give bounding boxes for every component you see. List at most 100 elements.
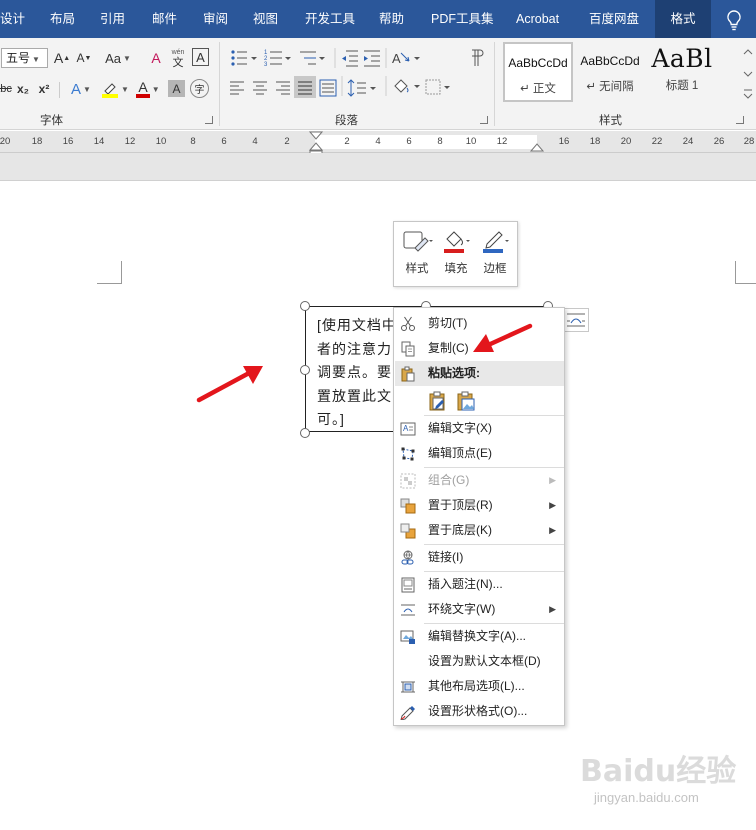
ruler-tick-label: 16 <box>62 136 74 147</box>
right-indent-marker-icon[interactable] <box>530 142 544 152</box>
ruler-tick-label: 2 <box>284 136 290 147</box>
shape-border-label: 边框 <box>483 263 507 275</box>
font-dialog-launcher[interactable] <box>205 116 213 124</box>
tab-acrobat[interactable]: Acrobat <box>508 0 567 38</box>
format-shape-icon <box>400 706 415 720</box>
shrink-font-button[interactable]: A ▼ <box>75 47 93 69</box>
subscript-button[interactable]: x₂ <box>14 78 32 100</box>
shape-fill-button[interactable]: 填充 <box>437 228 475 284</box>
menu-item-group[interactable]: 组合(G) ▶ <box>395 468 564 493</box>
align-left-icon <box>230 81 244 95</box>
styles-gallery-scroll[interactable] <box>740 42 756 104</box>
style-heading-1[interactable]: AaBl 标题 1 <box>648 42 716 102</box>
submenu-arrow-icon: ▶ <box>549 525 556 535</box>
menu-item-format-shape[interactable]: 设置形状格式(O)... <box>395 699 564 724</box>
superscript-button[interactable]: x² <box>35 78 53 100</box>
strikethrough-icon: abc <box>0 83 12 95</box>
ruler-tick-label: 6 <box>221 136 227 147</box>
grow-font-icon: A <box>53 50 64 66</box>
shape-border-button[interactable]: 边框 <box>476 228 514 284</box>
text-effects-button[interactable]: A ▼ <box>66 78 96 100</box>
menu-item-bring-to-front[interactable]: 置于顶层(R) ▶ <box>395 493 564 518</box>
paste-icon <box>401 366 415 382</box>
change-case-icon: Aa <box>105 50 121 66</box>
paragraph-group-label: 段落 <box>335 115 358 127</box>
lightbulb-icon[interactable] <box>724 9 744 31</box>
strikethrough-button[interactable]: abc <box>0 78 12 100</box>
resize-handle-middle-left[interactable] <box>300 365 310 375</box>
style-no-spacing[interactable]: AaBbCcDd ↵ 无间隔 <box>575 42 645 102</box>
decrease-indent-icon <box>342 50 358 67</box>
paragraph-controls[interactable]: 123 A <box>228 48 488 100</box>
phonetic-guide-button[interactable]: wén 文 <box>168 45 188 71</box>
text-box-line: 者的注意力 <box>317 340 392 357</box>
tab-help[interactable]: 帮助 <box>371 0 412 38</box>
ruler-tick-label: 14 <box>93 136 105 147</box>
menu-item-insert-caption[interactable]: 插入题注(N)... <box>395 572 564 597</box>
resize-handle-bottom-left[interactable] <box>300 428 310 438</box>
bullets-icon <box>231 50 257 66</box>
align-center-icon <box>253 81 267 95</box>
menu-item-set-default-textbox[interactable]: 设置为默认文本框(D) <box>395 649 564 674</box>
menu-item-link[interactable]: 链接(I) <box>395 545 564 570</box>
menu-item-more-layout-options[interactable]: 其他布局选项(L)... <box>395 674 564 699</box>
baidu-jingyan-watermark: Baidu经验 jingyan.baidu.com <box>580 746 750 818</box>
grow-font-button[interactable]: A ▲ <box>53 47 71 69</box>
clear-format-button[interactable]: A <box>147 47 165 69</box>
text-box-content[interactable]: [使用文档中 者的注意力 调要点。要 置放置此文 可。] <box>317 314 405 430</box>
paragraph-dialog-launcher[interactable] <box>480 116 488 124</box>
edit-points-icon <box>401 447 415 461</box>
ruler-tick-label: 22 <box>651 136 663 147</box>
tab-design[interactable]: 设计 <box>0 0 33 38</box>
ruler-tick-label: 16 <box>558 136 570 147</box>
tab-layout[interactable]: 布局 <box>42 0 83 38</box>
ruler-tick-label: 8 <box>190 136 196 147</box>
horizontal-ruler[interactable]: 20 18 16 14 12 10 8 6 4 2 2 4 6 8 10 12 16 18 20 22 24 26 28 <box>0 131 756 159</box>
mini-toolbar: 样式 填充 边框 <box>393 221 518 287</box>
send-back-icon <box>400 523 416 539</box>
tab-pdf-tools[interactable]: PDF工具集 <box>423 0 502 38</box>
ruler-tick-label: 12 <box>496 136 508 147</box>
resize-handle-top-left[interactable] <box>300 301 310 311</box>
line-spacing-icon <box>347 79 376 97</box>
ribbon: 五号▼ A▲ A▼ Aa▼ A wén 文 A abc x₂ x² A▼ ▼ A… <box>0 38 756 130</box>
ruler-tick-label: 10 <box>465 136 477 147</box>
change-case-button[interactable]: Aa ▼ <box>103 47 133 69</box>
ruler-tick-label: 4 <box>252 136 258 147</box>
tab-view[interactable]: 视图 <box>245 0 286 38</box>
tab-references[interactable]: 引用 <box>92 0 133 38</box>
paste-as-picture-icon[interactable] <box>455 390 477 412</box>
group-icon <box>400 473 416 489</box>
layout-options-button[interactable] <box>563 308 589 332</box>
submenu-arrow-icon: ▶ <box>549 604 556 614</box>
highlight-button[interactable]: ▼ <box>100 78 130 100</box>
paste-keep-format-icon[interactable] <box>427 390 449 412</box>
submenu-arrow-icon: ▶ <box>549 500 556 510</box>
menu-item-edit-text[interactable]: A 编辑文字(X) <box>395 416 564 441</box>
char-shading-button[interactable]: A <box>168 80 185 97</box>
styles-dialog-launcher[interactable] <box>736 116 744 124</box>
menu-item-edit-points[interactable]: 编辑顶点(E) <box>395 441 564 466</box>
font-size-combo[interactable]: 五号 ▼ <box>1 48 48 68</box>
eraser-icon: A <box>151 50 161 66</box>
menu-item-edit-alt-text[interactable]: 编辑替换文字(A)... <box>395 624 564 649</box>
font-color-button[interactable]: A ▼ <box>133 78 163 100</box>
menu-item-send-to-back[interactable]: 置于底层(K) ▶ <box>395 518 564 543</box>
style-normal[interactable]: AaBbCcDd ↵ 正文 <box>503 42 573 102</box>
ruler-tick-label: 20 <box>620 136 632 147</box>
menu-item-wrap-text[interactable]: 环绕文字(W) ▶ <box>395 597 564 622</box>
enclose-char-button[interactable]: 字 <box>190 79 209 98</box>
tab-mailings[interactable]: 邮件 <box>144 0 185 38</box>
shape-fill-label: 填充 <box>444 263 468 275</box>
ruler-tick-label: 18 <box>589 136 601 147</box>
tab-review[interactable]: 审阅 <box>195 0 236 38</box>
char-border-button[interactable]: A <box>192 48 209 66</box>
text-box-line: 调要点。要 <box>317 364 392 380</box>
ruler-tick-label: 24 <box>682 136 694 147</box>
tab-format[interactable]: 格式 <box>655 0 711 38</box>
tab-developer[interactable]: 开发工具 <box>297 0 363 38</box>
shape-style-button[interactable]: 样式 <box>398 228 436 284</box>
tab-baidu-netdisk[interactable]: 百度网盘 <box>581 0 647 38</box>
ruler-tick-label: 26 <box>713 136 725 147</box>
superscript-icon: x² <box>38 82 50 96</box>
